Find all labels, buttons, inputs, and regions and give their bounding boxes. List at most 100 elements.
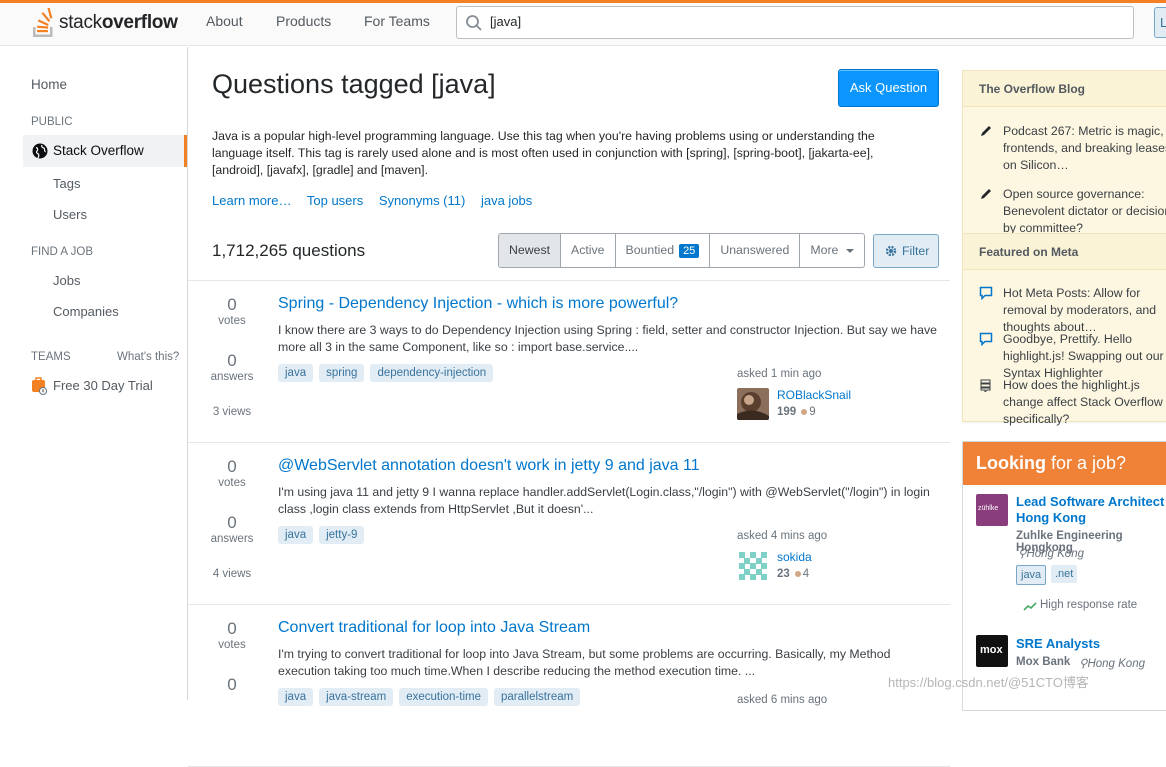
post-tag[interactable]: jetty-9	[319, 526, 365, 544]
vote-count: 0 votes	[218, 619, 246, 651]
avatar[interactable]	[737, 388, 769, 420]
answer-count: 0 answers	[210, 351, 254, 383]
vote-count: 0 votes	[218, 295, 246, 327]
blog-item[interactable]: Open source governance: Benevolent dicta…	[979, 186, 1166, 237]
job-title[interactable]: Lead Software Architect Hong Kong	[1016, 494, 1166, 526]
answer-count: 0	[227, 675, 237, 694]
pencil-icon	[981, 189, 991, 199]
job-company: Mox Bank	[1016, 656, 1071, 668]
bronze-badge-icon	[801, 409, 808, 415]
job-tag[interactable]: .net	[1051, 565, 1078, 583]
java-jobs-link[interactable]: java jobs	[481, 193, 532, 208]
gear-icon	[885, 245, 897, 257]
filter-active[interactable]: Active	[561, 234, 616, 267]
post-tag[interactable]: java	[278, 526, 314, 544]
question-summary: 0 votes 0 answers 4 views @WebServlet anno…	[188, 443, 950, 605]
asked-time: asked 1 min ago	[737, 368, 822, 380]
question-title[interactable]: Convert traditional for loop into Java S…	[278, 619, 590, 637]
question-count: 1,712,265 questions	[212, 241, 366, 260]
answer-count: 0 answers	[210, 513, 254, 545]
question-title[interactable]: @WebServlet annotation doesn't work in j…	[278, 457, 700, 475]
job-title[interactable]: SRE Analysts	[1016, 636, 1166, 652]
sidebar-item-users[interactable]: Users	[53, 207, 87, 222]
synonyms-link[interactable]: Synonyms (11)	[379, 193, 465, 208]
top-bar: stackoverflow About Products For Teams L	[0, 0, 1166, 46]
overflow-blog-widget: The Overflow Blog Podcast 267: Metric is…	[962, 70, 1166, 426]
post-tag[interactable]: java-stream	[319, 688, 394, 706]
stackoverflow-logo[interactable]: stackoverflow	[31, 7, 178, 39]
top-users-link[interactable]: Top users	[307, 193, 363, 208]
blog-item[interactable]: Podcast 267: Metric is magic, frontends,…	[979, 123, 1166, 174]
meta-item[interactable]: Hot Meta Posts: Allow for removal by mod…	[979, 285, 1166, 336]
nav-about[interactable]: About	[206, 13, 243, 29]
avatar[interactable]	[737, 550, 769, 582]
sort-filters: Newest Active Bountied 25 Unanswered More	[498, 233, 866, 268]
sidebar-item-companies[interactable]: Companies	[53, 304, 119, 319]
chat-icon	[979, 332, 993, 346]
vote-count: 0 votes	[218, 457, 246, 489]
job-location: ⚲Hong Kong	[1018, 548, 1084, 560]
nav-for-teams[interactable]: For Teams	[364, 13, 430, 29]
company-logo-text: mox	[980, 644, 1003, 656]
user-reputation: 199 9	[777, 406, 816, 418]
trend-up-icon	[1023, 602, 1037, 611]
post-tag[interactable]: parallelstream	[493, 688, 581, 706]
search-box[interactable]	[456, 6, 1134, 39]
user-card: asked 6 mins ago	[737, 694, 937, 706]
sidebar-heading-public: PUBLIC	[31, 116, 73, 128]
filter-bountied[interactable]: Bountied 25	[616, 234, 711, 267]
filter-button[interactable]: Filter	[873, 234, 939, 268]
page-title: Questions tagged [java]	[212, 69, 496, 99]
question-excerpt: I'm using java 11 and jetty 9 I wanna re…	[278, 485, 930, 516]
view-count: 3 views	[212, 406, 252, 418]
sidebar-item-label: Stack Overflow	[53, 143, 144, 158]
post-tag[interactable]: spring	[319, 364, 365, 382]
question-title[interactable]: Spring - Dependency Injection - which is…	[278, 295, 678, 313]
filter-newest[interactable]: Newest	[499, 234, 562, 267]
sidebar-item-tags[interactable]: Tags	[53, 176, 80, 191]
user-card: asked 4 mins ago sokida 23 4	[737, 530, 937, 582]
meta-item[interactable]: Goodbye, Prettify. Hello highlight.js! S…	[979, 331, 1166, 382]
question-summary: 0 votes 0 Convert traditional for loop in…	[188, 605, 950, 767]
stack-exchange-icon	[980, 379, 991, 392]
learn-more-link[interactable]: Learn more…	[212, 193, 291, 208]
question-excerpt: I'm trying to convert traditional for lo…	[278, 647, 891, 678]
meta-heading: Featured on Meta	[963, 233, 1166, 270]
whats-this-link[interactable]: What's this?	[117, 351, 179, 363]
sidebar-item-home[interactable]: Home	[31, 77, 67, 92]
tag-description: Java is a popular high-level programming…	[212, 129, 875, 177]
company-logo-text: zühlke	[978, 505, 999, 512]
question-tags: java spring dependency-injection	[278, 364, 499, 382]
login-button[interactable]: L	[1154, 7, 1166, 38]
user-name[interactable]: sokida	[777, 550, 812, 564]
user-name[interactable]: ROBlackSnail	[777, 388, 851, 402]
free-trial-link[interactable]: Free 30 Day Trial	[53, 378, 153, 393]
question-excerpt: I know there are 3 ways to do Dependency…	[278, 323, 937, 354]
question-tags: java java-stream execution-time parallel…	[278, 688, 586, 706]
job-tag[interactable]: java	[1016, 565, 1047, 585]
post-tag[interactable]: java	[278, 364, 314, 382]
company-logo: mox	[976, 635, 1008, 667]
sidebar-item-stack-overflow[interactable]: Stack Overflow	[23, 135, 187, 167]
sidebar-heading-teams: TEAMS	[31, 351, 71, 363]
search-input[interactable]	[488, 13, 1088, 30]
sidebar-item-jobs[interactable]: Jobs	[53, 273, 80, 288]
post-tag[interactable]: dependency-injection	[370, 364, 494, 382]
sidebar-heading-find-job: FIND A JOB	[31, 246, 93, 258]
jobs-widget: Looking for a job? zühlke Lead Software …	[962, 441, 1166, 711]
post-tag[interactable]: execution-time	[399, 688, 488, 706]
meta-item[interactable]: How does the highlight.js change affect …	[979, 377, 1166, 428]
blog-heading: The Overflow Blog	[963, 70, 1166, 107]
nav-products[interactable]: Products	[276, 13, 331, 29]
post-tag[interactable]: java	[278, 688, 314, 706]
question-summary: 0 votes 0 answers 3 views Spring - Depende…	[188, 281, 950, 443]
ask-question-button[interactable]: Ask Question	[838, 69, 939, 107]
filter-unanswered[interactable]: Unanswered	[710, 234, 801, 267]
filter-more-label: More	[810, 243, 839, 257]
briefcase-icon	[32, 377, 47, 395]
job-note: High response rate	[1040, 599, 1138, 611]
bounty-count-badge: 25	[679, 243, 700, 258]
question-list: 0 votes 0 answers 3 views Spring - Depende…	[188, 280, 950, 767]
globe-icon	[32, 143, 48, 159]
filter-more[interactable]: More	[800, 234, 864, 267]
